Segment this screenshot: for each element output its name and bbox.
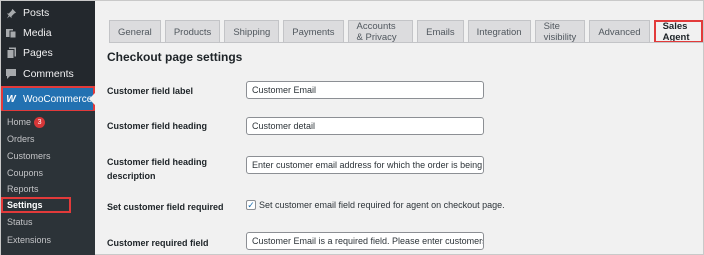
sidebar-item-label: Media — [23, 27, 52, 39]
tab-site-visibility[interactable]: Site visibility — [534, 20, 586, 43]
current-menu-arrow — [89, 92, 96, 106]
tab-sales-agent[interactable]: Sales Agent — [653, 20, 703, 43]
field-label-set-required: Set customer field required — [107, 202, 224, 212]
tab-integration[interactable]: Integration — [467, 20, 531, 43]
submenu-item-label: Customers — [7, 151, 51, 161]
customer-field-heading-input[interactable]: Customer detail — [246, 117, 484, 135]
sidebar-item-label: Posts — [23, 7, 50, 19]
submenu-item-label: Extensions — [7, 235, 52, 245]
admin-sidebar: Posts Media Pages Comments W WooCommerce… — [1, 1, 96, 255]
sidebar-item-label: Comments — [23, 68, 74, 80]
tab-payments[interactable]: Payments — [283, 20, 344, 43]
submenu-item-label: Orders — [7, 134, 35, 144]
customer-required-field-error-input[interactable]: Customer Email is a required field. Plea… — [246, 232, 484, 250]
settings-tabs: General Products Shipping Payments Accou… — [109, 20, 703, 43]
submenu-item-customers[interactable]: Customers — [1, 148, 95, 164]
field-label-heading-description: Customer field heading description — [107, 157, 208, 181]
tab-products[interactable]: Products — [164, 20, 221, 43]
required-checkbox[interactable]: ✓ — [246, 200, 256, 210]
tab-advanced[interactable]: Advanced — [589, 20, 650, 43]
sidebar-item-comments[interactable]: Comments — [1, 63, 95, 85]
sidebar-item-posts[interactable]: Posts — [1, 2, 95, 24]
submenu-item-orders[interactable]: Orders — [1, 131, 95, 147]
tab-divider — [109, 42, 704, 43]
tab-emails[interactable]: Emails — [417, 20, 464, 43]
media-icon — [5, 27, 17, 39]
field-label-customer-field-label: Customer field label — [107, 86, 194, 96]
tab-accounts-privacy[interactable]: Accounts & Privacy — [347, 20, 414, 43]
submenu-item-extensions[interactable]: Extensions — [1, 232, 95, 248]
woo-icon: W — [6, 93, 16, 105]
submenu-item-label: Home — [7, 117, 32, 127]
required-checkbox-row[interactable]: ✓ Set customer email field required for … — [246, 200, 505, 210]
submenu-item-home[interactable]: Home 3 — [1, 114, 95, 130]
page-title: Checkout page settings — [107, 50, 243, 64]
customer-field-label-input[interactable]: Customer Email — [246, 81, 484, 99]
tab-shipping[interactable]: Shipping — [224, 20, 280, 43]
sidebar-item-pages[interactable]: Pages — [1, 42, 95, 64]
comments-icon — [5, 68, 17, 80]
field-label-required-error: Customer required field error — [107, 238, 209, 255]
notification-badge: 3 — [34, 116, 46, 128]
submenu-item-settings[interactable]: Settings — [1, 197, 71, 213]
sidebar-item-media[interactable]: Media — [1, 22, 95, 44]
submenu-item-label: Settings — [7, 200, 43, 210]
customer-field-heading-description-input[interactable]: Enter customer email address for which t… — [246, 156, 484, 174]
sidebar-item-woocommerce[interactable]: W WooCommerce — [1, 86, 96, 112]
submenu-item-status[interactable]: Status — [1, 214, 95, 230]
submenu-item-label: Reports — [7, 184, 39, 194]
pages-icon — [5, 47, 17, 59]
sidebar-item-label: WooCommerce — [23, 93, 93, 105]
submenu-item-label: Status — [7, 217, 33, 227]
submenu-item-coupons[interactable]: Coupons — [1, 165, 95, 181]
sidebar-item-label: Pages — [23, 47, 53, 59]
submenu-item-label: Coupons — [7, 168, 44, 178]
field-label-customer-field-heading: Customer field heading — [107, 121, 208, 131]
tab-general[interactable]: General — [109, 20, 161, 43]
pin-icon — [5, 7, 17, 19]
required-checkbox-label: Set customer email field required for ag… — [259, 200, 505, 210]
submenu-item-reports[interactable]: Reports — [1, 181, 95, 197]
woocommerce-submenu: Home 3 Orders Customers Coupons Reports … — [1, 111, 95, 255]
